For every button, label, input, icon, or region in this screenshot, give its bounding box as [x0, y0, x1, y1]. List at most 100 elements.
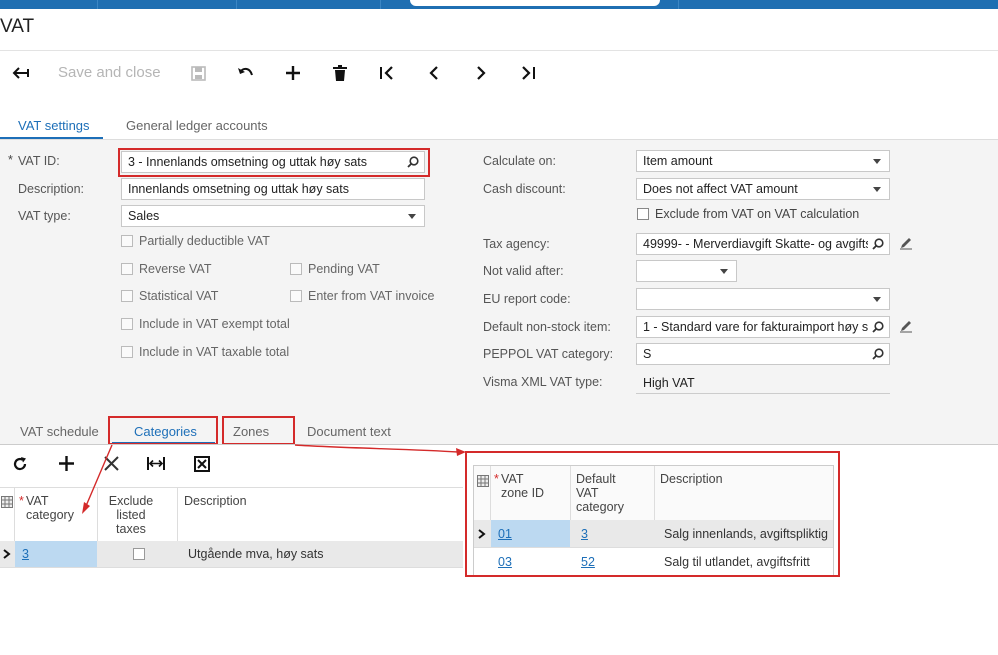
back-arrow-icon[interactable]: [10, 62, 32, 84]
description-field[interactable]: Innenlands omsetning og uttak høy sats: [121, 178, 425, 200]
category-link[interactable]: 3: [581, 527, 588, 541]
zone-description: Salg innenlands, avgiftspliktig: [664, 527, 828, 541]
reverse-vat-checkbox[interactable]: Reverse VAT: [121, 262, 211, 276]
default-item-label: Default non-stock item:: [483, 320, 611, 334]
category-link[interactable]: 52: [581, 555, 595, 569]
peppol-value: S: [643, 347, 652, 361]
save-icon[interactable]: [188, 62, 208, 84]
zone-link[interactable]: 03: [498, 555, 512, 569]
tax-agency-value: 49999- - Merverdiavgift Skatte- og avgif…: [643, 237, 868, 251]
table-row[interactable]: 01 3 Salg innenlands, avgiftspliktig: [474, 520, 833, 548]
default-item-field[interactable]: 1 - Standard vare for fakturaimport høy …: [636, 316, 890, 338]
tab-vat-schedule[interactable]: VAT schedule: [20, 424, 99, 439]
checkbox-label: Reverse VAT: [139, 262, 212, 276]
row-selector-arrow-icon: [3, 548, 11, 562]
tab-vat-settings[interactable]: VAT settings: [18, 118, 90, 133]
statistical-vat-checkbox[interactable]: Statistical VAT: [121, 289, 218, 303]
edit-pencil-icon[interactable]: [899, 319, 913, 336]
divider: [0, 50, 998, 51]
annotation-arrows: [82, 444, 466, 514]
column-divider: [570, 466, 571, 520]
page-title: VAT: [0, 16, 35, 37]
chevron-down-icon[interactable]: [720, 269, 728, 274]
add-row-icon[interactable]: [59, 456, 74, 474]
calculate-on-value: Item amount: [643, 154, 713, 168]
vat-category-link[interactable]: 3: [22, 547, 29, 561]
nav-divider: [97, 0, 98, 9]
last-record-icon[interactable]: [518, 62, 538, 84]
checkbox-label: Partially deductible VAT: [139, 234, 270, 248]
chevron-down-icon: [408, 214, 416, 219]
row-selector-arrow-icon: [478, 528, 486, 542]
required-marker: *: [8, 153, 13, 167]
enter-from-vat-invoice-checkbox[interactable]: Enter from VAT invoice: [290, 289, 434, 303]
default-item-value: 1 - Standard vare for fakturaimport høy …: [643, 320, 868, 334]
checkbox-box: [290, 290, 302, 302]
search-icon[interactable]: [872, 321, 884, 336]
partially-deductible-checkbox[interactable]: Partially deductible VAT: [121, 234, 270, 248]
column-header-vat-category[interactable]: VAT category: [26, 494, 74, 522]
checkbox-box: [290, 263, 302, 275]
nav-divider: [678, 0, 679, 9]
tab-document-text[interactable]: Document text: [307, 424, 391, 439]
refresh-icon[interactable]: [12, 456, 28, 475]
search-icon[interactable]: [872, 348, 884, 363]
search-icon[interactable]: [872, 238, 884, 253]
table-row[interactable]: 03 52 Salg til utlandet, avgiftsfritt: [474, 548, 833, 575]
save-and-close-button[interactable]: Save and close: [58, 64, 161, 81]
visma-xml-value: High VAT: [643, 376, 695, 390]
previous-record-icon[interactable]: [424, 62, 444, 84]
checkbox-label: Enter from VAT invoice: [308, 289, 435, 303]
field-underline: [636, 393, 890, 394]
checkbox-box: [121, 318, 133, 330]
include-taxable-checkbox[interactable]: Include in VAT taxable total: [121, 345, 289, 359]
chevron-down-icon: [873, 187, 881, 192]
peppol-field[interactable]: S: [636, 343, 890, 365]
zone-link[interactable]: 01: [498, 527, 512, 541]
chevron-down-icon: [873, 297, 881, 302]
grid-settings-icon[interactable]: [1, 496, 13, 511]
top-navigation-bar: [0, 0, 998, 9]
zones-table-header: * VAT zone ID Default VAT category Descr…: [474, 466, 833, 521]
exclude-from-vat-checkbox[interactable]: Exclude from VAT on VAT calculation: [637, 207, 859, 221]
tab-general-ledger-accounts[interactable]: General ledger accounts: [126, 118, 268, 133]
highlight-box: [118, 148, 430, 177]
checkbox-box: [121, 346, 133, 358]
vat-id-label: VAT ID:: [18, 154, 60, 168]
add-icon[interactable]: [283, 62, 303, 84]
pending-vat-checkbox[interactable]: Pending VAT: [290, 262, 380, 276]
checkbox-label: Include in VAT exempt total: [139, 317, 290, 331]
cash-discount-select[interactable]: Does not affect VAT amount: [636, 178, 890, 200]
checkbox-box: [121, 235, 133, 247]
visma-xml-label: Visma XML VAT type:: [483, 375, 603, 389]
not-valid-after-field[interactable]: [636, 260, 737, 282]
description-value: Innenlands omsetning og uttak høy sats: [128, 182, 349, 196]
vat-type-label: VAT type:: [18, 209, 71, 223]
grid-settings-icon[interactable]: [477, 475, 489, 490]
checkbox-label: Exclude from VAT on VAT calculation: [655, 207, 860, 221]
include-exempt-checkbox[interactable]: Include in VAT exempt total: [121, 317, 290, 331]
column-divider: [654, 466, 655, 520]
eu-report-code-select[interactable]: [636, 288, 890, 310]
vat-type-select[interactable]: Sales: [121, 205, 425, 227]
required-marker: *: [19, 494, 24, 508]
nav-divider: [236, 0, 237, 9]
undo-icon[interactable]: [236, 62, 256, 84]
first-record-icon[interactable]: [377, 62, 397, 84]
column-header-default-category[interactable]: Default VAT category: [576, 472, 624, 514]
next-record-icon[interactable]: [471, 62, 491, 84]
column-header-description[interactable]: Description: [660, 472, 723, 486]
nav-divider: [380, 0, 381, 9]
delete-icon[interactable]: [330, 62, 350, 84]
calculate-on-select[interactable]: Item amount: [636, 150, 890, 172]
global-search-box[interactable]: [410, 0, 660, 6]
checkbox-label: Pending VAT: [308, 262, 380, 276]
column-header-vat-zone[interactable]: VAT zone ID: [501, 472, 544, 500]
tax-agency-field[interactable]: 49999- - Merverdiavgift Skatte- og avgif…: [636, 233, 890, 255]
edit-pencil-icon[interactable]: [899, 236, 913, 253]
checkbox-label: Statistical VAT: [139, 289, 219, 303]
peppol-label: PEPPOL VAT category:: [483, 347, 614, 361]
column-divider: [490, 466, 491, 520]
zones-table: * VAT zone ID Default VAT category Descr…: [473, 465, 834, 575]
tax-agency-label: Tax agency:: [483, 237, 550, 251]
